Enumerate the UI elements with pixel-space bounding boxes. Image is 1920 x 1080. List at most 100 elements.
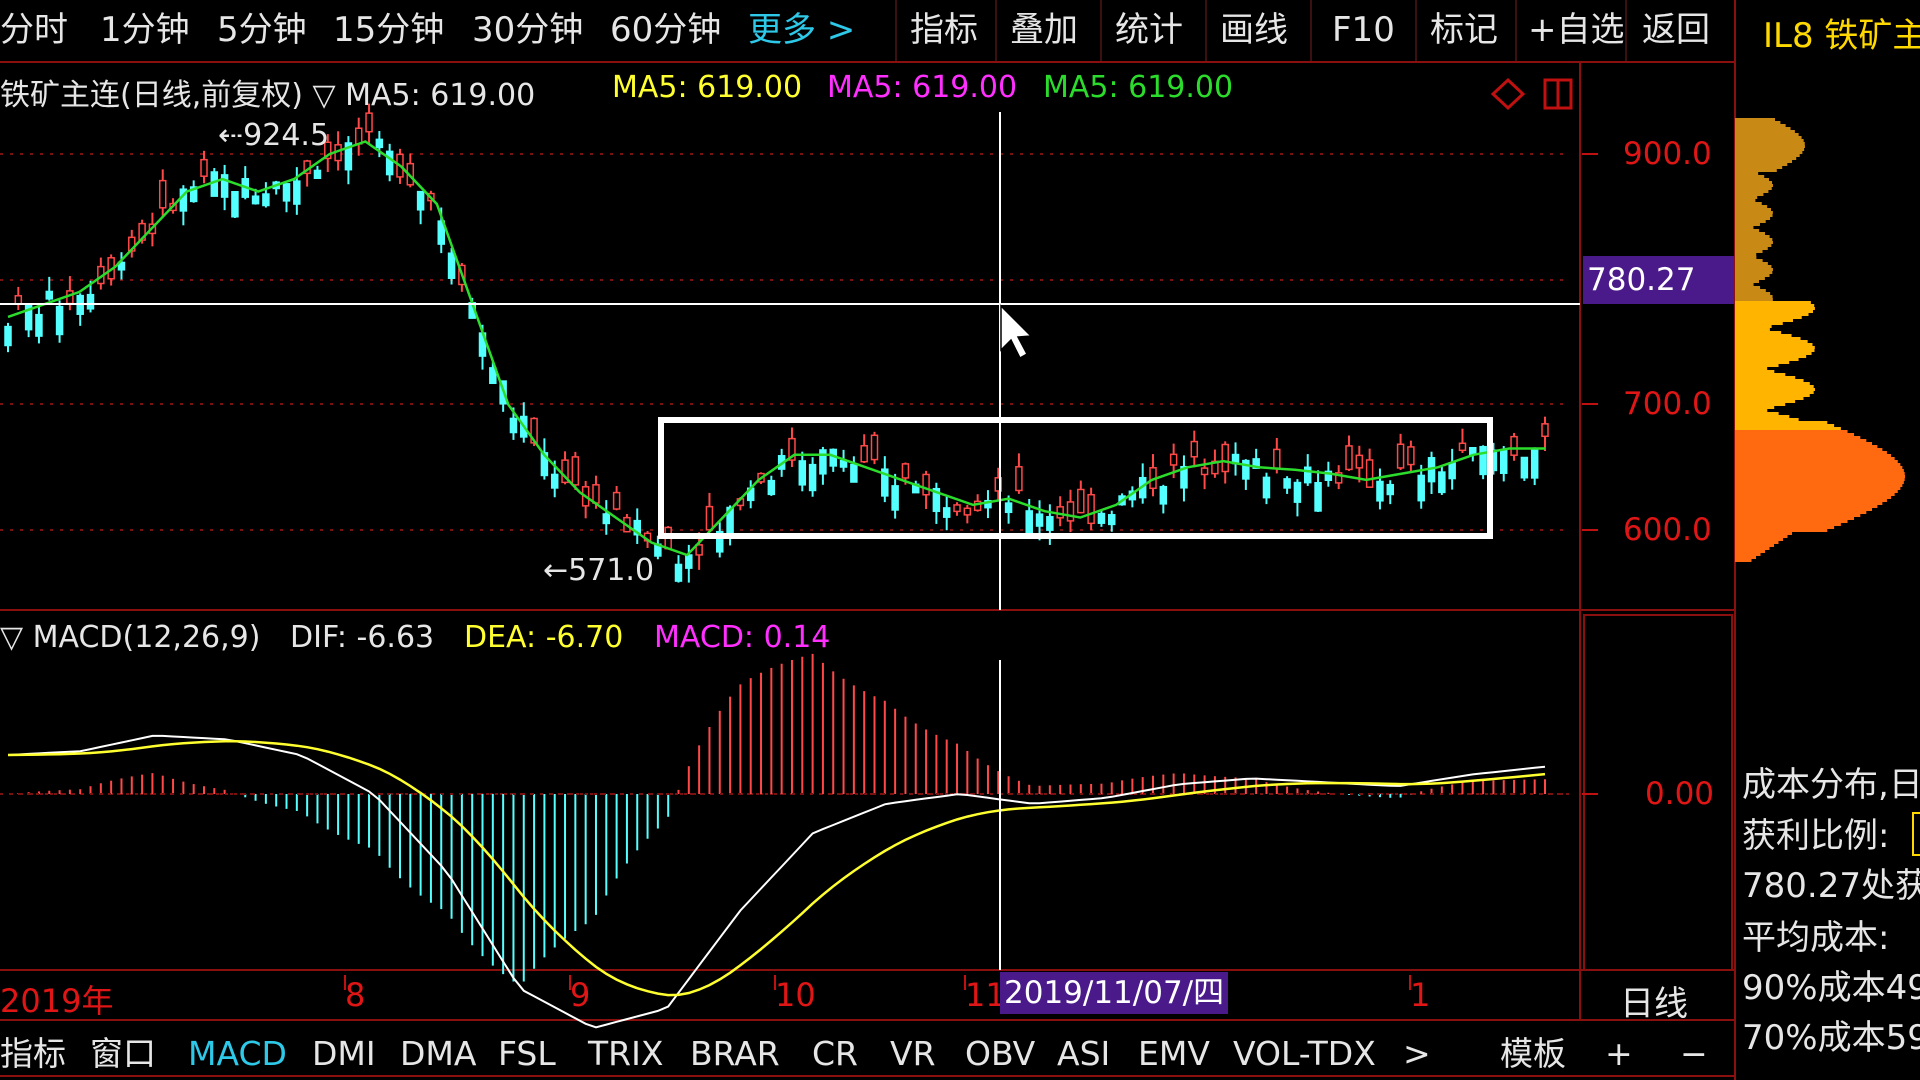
cost-profile-bar — [1735, 142, 1805, 145]
tab-cr[interactable]: CR — [812, 1030, 858, 1078]
tab-obv[interactable]: OBV — [965, 1030, 1035, 1078]
cost-profile-bar — [1735, 514, 1861, 517]
cost-profile-bar — [1735, 280, 1760, 283]
candle-body — [1273, 448, 1281, 469]
zoom-out-button[interactable]: − — [1680, 1030, 1708, 1078]
tab-more[interactable]: > — [1403, 1030, 1431, 1078]
candle-body — [942, 507, 951, 518]
cost-profile-bar — [1735, 193, 1764, 196]
cost-profile-bar — [1735, 220, 1766, 223]
candle-body — [262, 193, 270, 207]
candle-body — [767, 479, 776, 496]
tab-vr[interactable]: VR — [890, 1030, 936, 1078]
cost-profile-bar — [1735, 406, 1775, 409]
candle-body — [1355, 454, 1364, 469]
cost-profile-bar — [1735, 469, 1904, 472]
cost-profile-bar — [1735, 211, 1773, 214]
cost-profile-bar — [1735, 517, 1855, 520]
cost-profile-bar — [1735, 139, 1804, 142]
cost-profile-bar — [1735, 331, 1782, 334]
cost-profile-bar — [1735, 190, 1769, 193]
diamond-icon[interactable] — [1490, 77, 1526, 111]
candle-body — [870, 434, 879, 461]
candle-body — [1293, 481, 1302, 503]
zoom-in-button[interactable]: + — [1605, 1030, 1633, 1078]
candle-body — [55, 305, 64, 336]
tab-emv[interactable]: EMV — [1138, 1030, 1210, 1078]
cost-profile-bar — [1735, 187, 1772, 190]
cost-profile-bar — [1735, 247, 1768, 250]
cost-profile-bar — [1735, 241, 1773, 244]
cost-profile-bar — [1735, 376, 1796, 379]
cost-profile-bar — [1735, 430, 1848, 433]
price-label-700: 700.0 — [1623, 386, 1712, 422]
cost-profile-bar — [1735, 463, 1901, 466]
cost-profile-bar — [1735, 436, 1861, 439]
cost-profile-bar — [1735, 544, 1774, 547]
cost-profile-bar — [1735, 394, 1810, 397]
candle-body — [1417, 474, 1425, 502]
cost-profile-bar — [1735, 202, 1762, 205]
candle-body — [1025, 510, 1033, 534]
tab-fsl[interactable]: FSL — [498, 1030, 556, 1078]
candle-body — [1365, 459, 1374, 488]
candle-body — [685, 554, 693, 569]
candle-body — [354, 127, 363, 145]
candle-body — [447, 252, 456, 279]
cost-70-label: 70%成本59 — [1742, 1018, 1920, 1058]
tab-vol-tdx[interactable]: VOL-TDX — [1233, 1030, 1376, 1078]
cost-profile-bar — [1735, 271, 1773, 274]
cost-profile-bar — [1735, 199, 1756, 202]
tab-trix[interactable]: TRIX — [588, 1030, 663, 1078]
cost-profile-bar — [1735, 223, 1760, 226]
candle-body — [592, 484, 600, 504]
ma5-yellow-label: MA5: 619.00 — [612, 70, 803, 105]
cost-profile-bar — [1735, 214, 1773, 217]
cost-profile-bar — [1735, 502, 1883, 505]
cost-profile-bar — [1735, 268, 1773, 271]
cost-profile-bar — [1735, 130, 1795, 133]
cost-profile-bar — [1735, 385, 1814, 388]
cost-profile-bar — [1735, 391, 1814, 394]
cost-profile-bar — [1735, 229, 1760, 232]
cost-profile-bar — [1735, 322, 1783, 325]
tab-indicator[interactable]: 指标 — [0, 1030, 66, 1078]
candle-body — [375, 138, 384, 149]
candle-body — [798, 460, 807, 486]
cost-profile-bar — [1735, 457, 1895, 460]
cost-profile-bar — [1735, 475, 1905, 478]
cost-profile-bar — [1735, 511, 1867, 514]
tab-brar[interactable]: BRAR — [690, 1030, 780, 1078]
time-label-aug: 8 — [345, 976, 366, 1014]
template-button[interactable]: 模板 — [1500, 1030, 1566, 1078]
cost-profile-bar — [1735, 307, 1815, 310]
tab-window[interactable]: 窗口 — [90, 1030, 156, 1078]
macd-zero-label: 0.00 — [1645, 776, 1715, 812]
cost-profile-bar — [1735, 232, 1766, 235]
tab-asi[interactable]: ASI — [1057, 1030, 1110, 1078]
tab-dmi[interactable]: DMI — [312, 1030, 376, 1078]
cost-profile-bar — [1735, 172, 1759, 175]
candle-body — [1438, 471, 1446, 494]
candle-body — [963, 507, 972, 516]
panel-toggle-icon[interactable] — [1543, 78, 1573, 110]
candle-body — [14, 295, 23, 305]
candle-body — [808, 463, 817, 492]
candle-body — [1520, 456, 1529, 479]
candle-body — [1077, 488, 1085, 514]
macd-value-label: MACD: 0.14 — [654, 620, 831, 655]
cost-profile-bar — [1735, 325, 1772, 328]
cost-profile-bar — [1735, 292, 1771, 295]
period-indicator[interactable]: 日线 — [1620, 976, 1688, 1025]
cost-profile-bar — [1735, 532, 1792, 535]
candle-body — [231, 190, 239, 218]
tab-dma[interactable]: DMA — [400, 1030, 476, 1078]
cost-distribution-profile — [1735, 118, 1905, 562]
cost-profile-bar — [1735, 361, 1790, 364]
cost-profile-bar — [1735, 235, 1770, 238]
cost-profile-bar — [1735, 154, 1800, 157]
candle-body — [385, 150, 394, 176]
ma5-magenta-label: MA5: 619.00 — [827, 70, 1018, 105]
cost-profile-bar — [1735, 301, 1811, 304]
tab-macd[interactable]: MACD — [188, 1030, 287, 1078]
